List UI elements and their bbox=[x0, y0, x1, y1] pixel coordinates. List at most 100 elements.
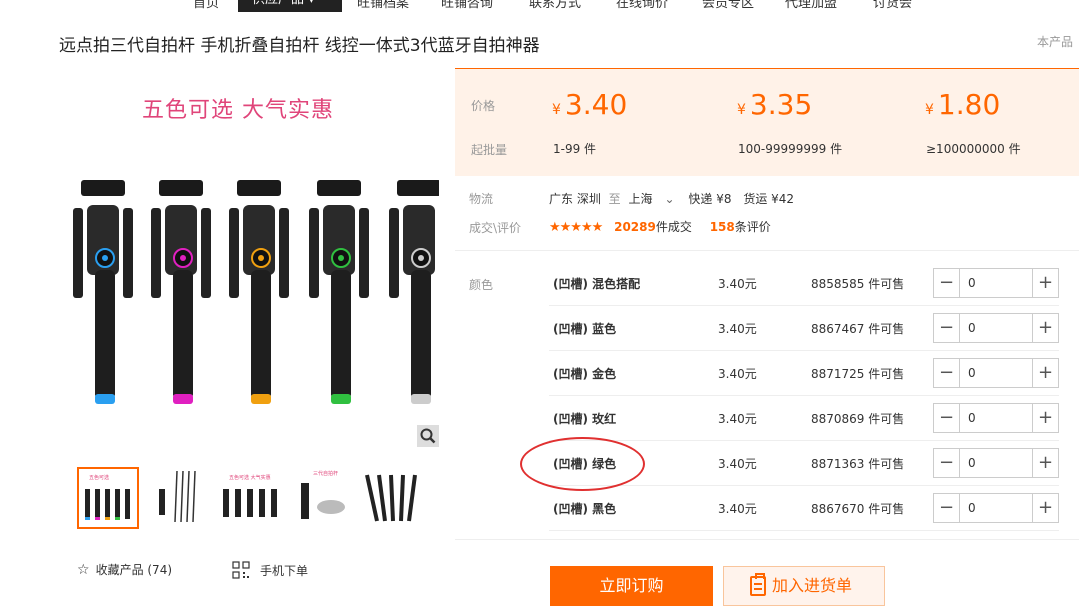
quantity-input[interactable] bbox=[961, 314, 1031, 342]
sku-name: (凹槽) 玫红 bbox=[553, 412, 617, 426]
favorite-label: 收藏产品 (74) bbox=[95, 563, 173, 577]
express-fee: 快递 ¥8 bbox=[688, 192, 732, 206]
quantity-input[interactable] bbox=[961, 449, 1031, 477]
quantity-stepper: −+ bbox=[933, 358, 1059, 388]
chevron-down-icon: ⌄ bbox=[664, 192, 675, 206]
sku-price: 3.40元 bbox=[718, 457, 757, 471]
deal-count-suffix: 件成交 bbox=[655, 220, 692, 234]
qr-code-icon bbox=[232, 561, 250, 579]
deals-label: 成交\评价 bbox=[469, 221, 522, 235]
nav-products-active[interactable]: 供应产品 ▾ bbox=[238, 0, 342, 12]
svg-text:三代自拍杆: 三代自拍杆 bbox=[313, 470, 338, 477]
sku-name: (凹槽) 金色 bbox=[553, 367, 617, 381]
product-title: 远点拍三代自拍杆 手机折叠自拍杆 线控一体式3代蓝牙自拍神器 bbox=[59, 36, 540, 56]
decrement-button[interactable]: − bbox=[934, 494, 960, 522]
clipboard-icon bbox=[750, 573, 766, 596]
product-slogan: 五色可选 大气实惠 bbox=[142, 98, 334, 123]
logistics-label: 物流 bbox=[469, 192, 494, 206]
sku-price: 3.40元 bbox=[718, 502, 757, 516]
logistics-info: 广东 深圳 至 上海 ⌄ 快递 ¥8 货运 ¥42 bbox=[549, 190, 794, 207]
quantity-stepper: −+ bbox=[933, 268, 1059, 298]
increment-button[interactable]: + bbox=[1032, 359, 1058, 387]
sku-row: (凹槽) 金色3.40元8871725 件可售−+ bbox=[549, 351, 1059, 396]
nav-home[interactable]: 首页 bbox=[193, 0, 219, 11]
increment-button[interactable]: + bbox=[1032, 449, 1058, 477]
zoom-icon[interactable] bbox=[417, 425, 439, 447]
nav-members[interactable]: 会员专区 bbox=[702, 0, 754, 11]
nav-shop-news[interactable]: 旺铺咨询 bbox=[441, 0, 493, 11]
price-tier-1: ¥3.40 bbox=[552, 88, 628, 121]
decrement-button[interactable]: − bbox=[934, 269, 960, 297]
quantity-stepper: −+ bbox=[933, 313, 1059, 343]
sku-price: 3.40元 bbox=[718, 412, 757, 426]
sku-stock: 8870869 件可售 bbox=[811, 412, 905, 426]
qty-range-1: 1-99 件 bbox=[553, 142, 597, 156]
price-tier-3: ¥1.80 bbox=[925, 88, 1001, 121]
sku-row: (凹槽) 混色搭配3.40元8858585 件可售−+ bbox=[549, 261, 1059, 306]
buy-now-button[interactable]: 立即订购 bbox=[550, 566, 713, 606]
mobile-order-label: 手机下单 bbox=[260, 564, 309, 578]
decrement-button[interactable]: − bbox=[934, 314, 960, 342]
ship-to-separator: 至 bbox=[608, 192, 621, 206]
sku-price: 3.40元 bbox=[718, 277, 757, 291]
thumbnail-5[interactable] bbox=[359, 467, 421, 529]
sku-price: 3.40元 bbox=[718, 322, 757, 336]
freight-fee: 货运 ¥42 bbox=[743, 192, 795, 206]
thumbnail-1[interactable]: 五色可选 bbox=[77, 467, 139, 529]
ship-from: 广东 深圳 bbox=[549, 192, 601, 206]
nav-fair[interactable]: 讨货会 bbox=[873, 0, 912, 11]
thumbnail-4[interactable]: 三代自拍杆 bbox=[293, 467, 355, 529]
sku-stock: 8858585 件可售 bbox=[811, 277, 905, 291]
price-tier-2: ¥3.35 bbox=[737, 88, 813, 121]
sku-row: (凹槽) 玫红 3.40元 8870869 件可售 − + bbox=[549, 396, 1059, 441]
sku-price: 3.40元 bbox=[718, 367, 757, 381]
svg-text:五色可选 大气实惠: 五色可选 大气实惠 bbox=[229, 474, 271, 481]
quantity-input[interactable] bbox=[961, 269, 1031, 297]
quantity-input[interactable] bbox=[961, 404, 1031, 432]
color-label: 颜色 bbox=[469, 278, 494, 292]
review-count[interactable]: 158 bbox=[710, 220, 735, 234]
price-box: 价格 起批量 ¥3.40 ¥3.35 ¥1.80 1-99 件 100-9999… bbox=[455, 68, 1079, 176]
thumbnail-3[interactable]: 五色可选 大气实惠 bbox=[221, 467, 283, 529]
quantity-input[interactable] bbox=[961, 359, 1031, 387]
corner-text[interactable]: 本产品 bbox=[1037, 33, 1079, 50]
increment-button[interactable]: + bbox=[1032, 269, 1058, 297]
nav-shop-profile[interactable]: 旺铺档案 bbox=[357, 0, 409, 11]
nav-contact[interactable]: 联系方式 bbox=[529, 0, 581, 11]
svg-text:五色可选: 五色可选 bbox=[89, 474, 109, 481]
main-product-image[interactable] bbox=[59, 70, 449, 450]
sku-name: (凹槽) 蓝色 bbox=[553, 322, 617, 336]
sku-name: (凹槽) 混色搭配 bbox=[553, 277, 641, 291]
nav-inquiry[interactable]: 在线询价 bbox=[616, 0, 668, 11]
sku-stock: 8871363 件可售 bbox=[811, 457, 905, 471]
price-label: 价格 bbox=[471, 99, 496, 113]
qty-range-3: ≥100000000 件 bbox=[926, 142, 1021, 156]
quantity-stepper: −+ bbox=[933, 493, 1059, 523]
increment-button[interactable]: + bbox=[1032, 404, 1058, 432]
ship-to-select[interactable]: 上海 ⌄ bbox=[629, 192, 675, 206]
mobile-order-link[interactable]: 手机下单 bbox=[232, 561, 308, 579]
top-nav: 首页 供应产品 ▾ 旺铺档案 旺铺咨询 联系方式 在线询价 会员专区 代理加盟 … bbox=[0, 0, 1079, 12]
review-suffix: 条评价 bbox=[734, 220, 771, 234]
highlight-circle bbox=[520, 437, 645, 491]
divider bbox=[455, 539, 1079, 540]
add-to-cart-label: 加入进货单 bbox=[772, 576, 853, 595]
quantity-input[interactable] bbox=[961, 494, 1031, 522]
deal-count[interactable]: 20289 bbox=[614, 220, 656, 234]
star-outline-icon: ☆ bbox=[77, 562, 90, 578]
qty-range-2: 100-99999999 件 bbox=[738, 142, 843, 156]
moq-label: 起批量 bbox=[471, 143, 508, 157]
thumbnail-2[interactable] bbox=[149, 467, 211, 529]
add-to-cart-button[interactable]: 加入进货单 bbox=[723, 566, 885, 606]
sku-stock: 8867670 件可售 bbox=[811, 502, 905, 516]
quantity-stepper: −+ bbox=[933, 448, 1059, 478]
decrement-button[interactable]: − bbox=[934, 404, 960, 432]
increment-button[interactable]: + bbox=[1032, 314, 1058, 342]
divider bbox=[455, 250, 1079, 251]
sku-stock: 8867467 件可售 bbox=[811, 322, 905, 336]
decrement-button[interactable]: − bbox=[934, 359, 960, 387]
increment-button[interactable]: + bbox=[1032, 494, 1058, 522]
nav-agents[interactable]: 代理加盟 bbox=[785, 0, 837, 11]
favorite-link[interactable]: ☆ 收藏产品 (74) bbox=[77, 561, 172, 578]
decrement-button[interactable]: − bbox=[934, 449, 960, 477]
